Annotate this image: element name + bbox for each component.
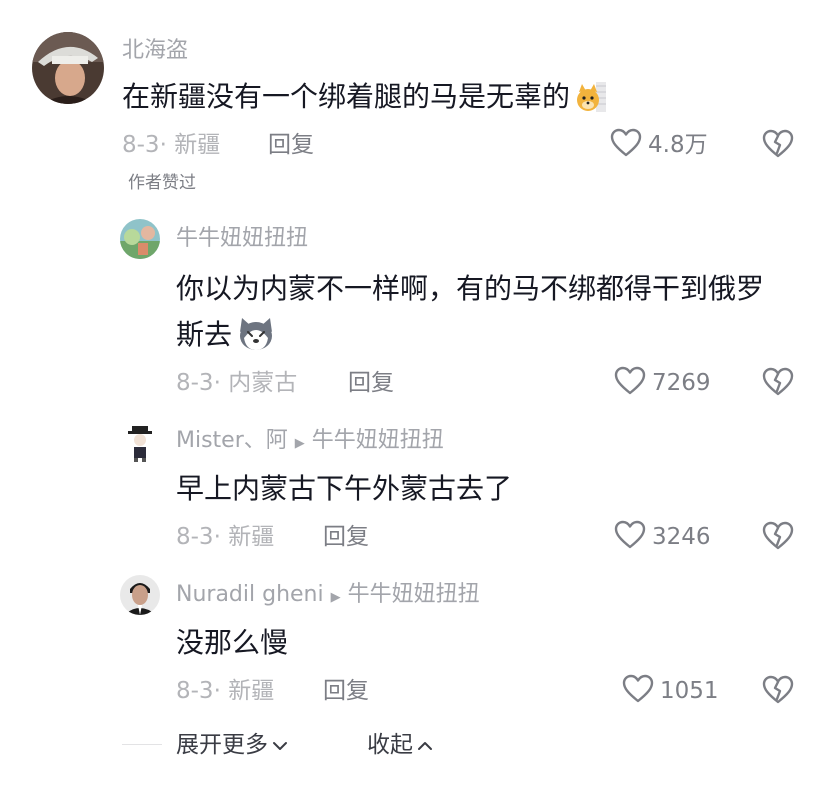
comment-meta: 8-3· 内蒙古	[176, 370, 298, 396]
reply-button[interactable]: 回复	[323, 676, 369, 706]
heart-icon	[614, 520, 646, 554]
comment-date: 8-3	[122, 132, 160, 158]
comment-location: 新疆	[174, 132, 221, 158]
comment-text: 你以为内蒙不一样啊，有的马不绑都得干到俄罗 斯去	[176, 266, 806, 366]
heart-icon	[622, 674, 654, 708]
comment-text-line: 你以为内蒙不一样啊，有的马不绑都得干到俄罗	[176, 272, 765, 305]
comment-date: 8-3	[176, 524, 214, 550]
dislike-button[interactable]	[762, 675, 794, 709]
heart-icon	[610, 128, 642, 162]
like-button[interactable]: 7269	[614, 366, 711, 400]
like-count: 3246	[652, 524, 711, 550]
username[interactable]: 牛牛妞妞扭扭	[176, 224, 308, 254]
chevron-down-icon	[272, 730, 288, 760]
broken-heart-icon	[762, 521, 794, 555]
author-liked-tag: 作者赞过	[128, 173, 196, 193]
reply-header: Mister、阿 ▶ 牛牛妞妞扭扭	[176, 426, 444, 459]
expand-more-button[interactable]: 展开更多	[176, 730, 288, 760]
comment-text-line: 斯去	[176, 318, 233, 351]
comment-date: 8-3	[176, 370, 214, 396]
like-button[interactable]: 1051	[622, 674, 719, 708]
dislike-button[interactable]	[762, 367, 794, 401]
heart-icon	[614, 366, 646, 400]
collapse-label: 收起	[367, 732, 413, 758]
comment-location: 新疆	[228, 524, 275, 550]
comment-meta: 8-3· 新疆	[122, 132, 221, 158]
husky-emoji	[236, 316, 276, 366]
username[interactable]: Mister、阿	[176, 428, 288, 453]
username[interactable]: Nuradil gheni	[176, 582, 324, 607]
reply-arrow-icon: ▶	[294, 436, 305, 451]
like-button[interactable]: 4.8万	[610, 128, 708, 162]
reply-arrow-icon: ▶	[330, 590, 341, 605]
reply-to-username[interactable]: 牛牛妞妞扭扭	[348, 582, 480, 607]
username[interactable]: 北海盗	[122, 36, 188, 66]
dislike-button[interactable]	[762, 521, 794, 555]
broken-heart-icon	[762, 129, 794, 163]
like-count: 1051	[660, 678, 719, 704]
comment-text: 没那么慢	[176, 626, 289, 659]
avatar[interactable]	[120, 219, 160, 259]
avatar[interactable]	[32, 32, 104, 104]
broken-heart-icon	[762, 675, 794, 709]
chevron-up-icon	[417, 730, 433, 760]
reply-button[interactable]: 回复	[268, 130, 314, 160]
reply-to-username[interactable]: 牛牛妞妞扭扭	[312, 428, 444, 453]
reply-button[interactable]: 回复	[323, 522, 369, 552]
like-button[interactable]: 3246	[614, 520, 711, 554]
like-count: 4.8万	[648, 132, 708, 158]
collapse-button[interactable]: 收起	[367, 730, 433, 760]
comment-text-content: 在新疆没有一个绑着腿的马是无辜的	[122, 80, 571, 113]
broken-heart-icon	[762, 367, 794, 401]
expand-more-label: 展开更多	[176, 732, 268, 758]
comment-meta: 8-3· 新疆	[176, 678, 275, 704]
comment-date: 8-3	[176, 678, 214, 704]
comment-location: 新疆	[228, 678, 275, 704]
comment-location: 内蒙古	[228, 370, 298, 396]
comment-meta: 8-3· 新疆	[176, 524, 275, 550]
comment-text: 在新疆没有一个绑着腿的马是无辜的	[122, 74, 608, 128]
like-count: 7269	[652, 370, 711, 396]
dislike-button[interactable]	[762, 129, 794, 163]
footer-divider	[122, 744, 162, 745]
avatar[interactable]	[120, 422, 160, 462]
avatar[interactable]	[120, 575, 160, 615]
reply-header: Nuradil gheni ▶ 牛牛妞妞扭扭	[176, 580, 480, 613]
comment-text: 早上内蒙古下午外蒙古去了	[176, 472, 513, 505]
reply-button[interactable]: 回复	[348, 368, 394, 398]
dog-emoji	[574, 80, 608, 128]
